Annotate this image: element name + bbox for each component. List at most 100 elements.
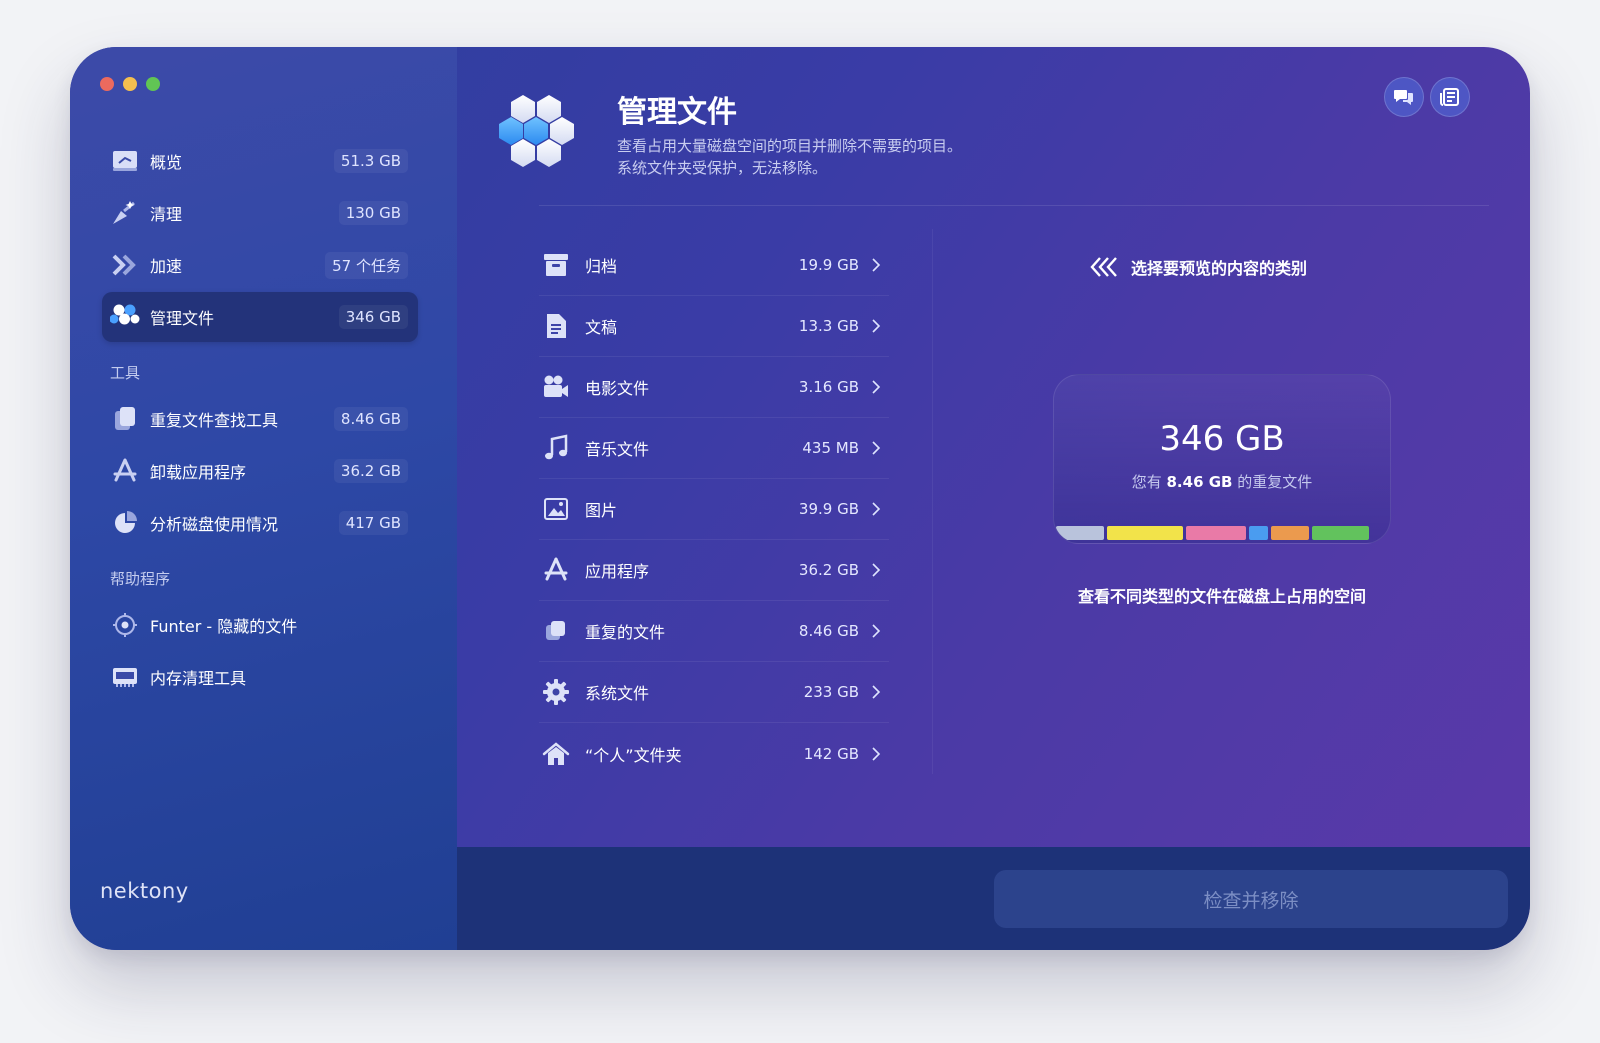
nektony-logo: nektony xyxy=(100,879,189,903)
page-description: 查看占用大量磁盘空间的项目并删除不需要的项目。 系统文件夹受保护，无法移除。 xyxy=(617,135,962,179)
dashboard-icon xyxy=(110,146,140,176)
document-icon xyxy=(541,311,571,341)
sidebar-item-value: 57 个任务 xyxy=(325,251,408,279)
category-row-home-folder[interactable]: “个人”文件夹 142 GB xyxy=(539,723,889,784)
chat-button[interactable] xyxy=(1384,77,1424,117)
app-store-icon xyxy=(541,555,571,585)
hexagons-logo-icon xyxy=(499,91,581,173)
funter-eye-icon xyxy=(110,610,140,640)
window-controls xyxy=(100,77,160,91)
app-store-icon xyxy=(110,456,140,486)
main-panel: 管理文件 查看占用大量磁盘空间的项目并删除不需要的项目。 系统文件夹受保护，无法… xyxy=(457,47,1530,950)
usage-bar-segment xyxy=(1106,526,1183,540)
sidebar-item-memory-cleaner[interactable]: 内存清理工具 xyxy=(102,652,418,702)
pie-chart-icon xyxy=(110,508,140,538)
sidebar-item-duplicate-finder[interactable]: 重复文件查找工具 8.46 GB xyxy=(102,394,418,444)
category-row-archives[interactable]: 归档 19.9 GB xyxy=(539,235,889,296)
column-divider xyxy=(932,229,933,774)
memory-chip-icon xyxy=(110,662,140,692)
sidebar-item-value: 8.46 GB xyxy=(333,407,408,431)
sidebar-item-value: 36.2 GB xyxy=(333,459,408,483)
sidebar-item-label: 概览 xyxy=(150,153,183,172)
music-note-icon xyxy=(541,433,571,463)
usage-bar-segment xyxy=(1248,526,1268,540)
sidebar-item-label: 重复文件查找工具 xyxy=(150,411,279,430)
picture-icon xyxy=(541,494,571,524)
category-label: 系统文件 xyxy=(585,684,650,703)
category-label: 电影文件 xyxy=(585,379,650,398)
category-row-movies[interactable]: 电影文件 3.16 GB xyxy=(539,357,889,418)
duplicate-files-icon xyxy=(541,616,571,646)
category-label: 音乐文件 xyxy=(585,440,650,459)
helpers-heading: 帮助程序 xyxy=(110,570,171,588)
header-divider xyxy=(539,205,1489,206)
usage-bar-segment xyxy=(1185,526,1246,540)
category-size: 8.46 GB xyxy=(798,622,859,640)
chat-icon xyxy=(1394,90,1413,105)
sidebar-item-manage-files[interactable]: 管理文件 346 GB xyxy=(102,292,418,342)
close-window-button[interactable] xyxy=(100,77,114,91)
duplicate-files-icon xyxy=(110,404,140,434)
footer-bar: 检查并移除 xyxy=(457,847,1530,950)
category-size: 3.16 GB xyxy=(798,378,859,396)
chevron-right-icon xyxy=(872,441,881,455)
sidebar-item-label: Funter - 隐藏的文件 xyxy=(150,617,298,636)
chevron-right-icon xyxy=(872,319,881,333)
review-and-remove-button[interactable]: 检查并移除 xyxy=(994,870,1508,928)
category-label: 应用程序 xyxy=(585,562,650,581)
description-line: 系统文件夹受保护，无法移除。 xyxy=(617,159,828,177)
sidebar-item-value: 346 GB xyxy=(338,305,408,329)
category-size: 435 MB xyxy=(802,439,859,457)
duplicates-prefix: 您有 xyxy=(1131,473,1162,491)
category-row-applications[interactable]: 应用程序 36.2 GB xyxy=(539,540,889,601)
category-label: 归档 xyxy=(585,257,618,276)
category-size: 142 GB xyxy=(803,744,859,763)
category-label: 文稿 xyxy=(585,318,618,337)
chevron-right-icon xyxy=(872,258,881,272)
sidebar-item-label: 加速 xyxy=(150,257,183,276)
category-row-documents[interactable]: 文稿 13.3 GB xyxy=(539,296,889,357)
chevron-right-icon xyxy=(872,746,881,761)
sidebar-item-speedup[interactable]: 加速 57 个任务 xyxy=(102,240,418,290)
sidebar-item-value: 417 GB xyxy=(338,511,408,535)
sidebar-item-funter[interactable]: Funter - 隐藏的文件 xyxy=(102,600,418,650)
sidebar-item-value: 51.3 GB xyxy=(333,149,408,173)
category-row-system-files[interactable]: 系统文件 233 GB xyxy=(539,662,889,723)
broom-icon xyxy=(110,198,140,228)
zoom-window-button[interactable] xyxy=(146,77,160,91)
home-icon xyxy=(541,739,571,769)
chevron-right-icon xyxy=(872,685,881,699)
category-label: 重复的文件 xyxy=(585,623,666,642)
sidebar-item-label: 卸载应用程序 xyxy=(150,463,247,482)
news-icon xyxy=(1440,88,1459,106)
total-size: 346 GB xyxy=(1159,419,1285,459)
archive-box-icon xyxy=(541,250,571,280)
category-size: 36.2 GB xyxy=(798,561,859,579)
category-row-music[interactable]: 音乐文件 435 MB xyxy=(539,418,889,479)
category-row-pictures[interactable]: 图片 39.9 GB xyxy=(539,479,889,540)
category-row-duplicates[interactable]: 重复的文件 8.46 GB xyxy=(539,601,889,662)
preview-caption: 查看不同类型的文件在磁盘上占用的空间 xyxy=(1077,587,1366,606)
sidebar-item-label: 分析磁盘使用情况 xyxy=(150,515,279,534)
double-chevron-left-icon xyxy=(1090,257,1117,277)
category-size: 39.9 GB xyxy=(798,500,859,518)
news-button[interactable] xyxy=(1430,77,1470,117)
sidebar-item-label: 清理 xyxy=(150,205,183,224)
sidebar-item-overview[interactable]: 概览 51.3 GB xyxy=(102,136,418,186)
chevron-right-icon xyxy=(872,380,881,394)
minimize-window-button[interactable] xyxy=(123,77,137,91)
speedup-chevrons-icon xyxy=(110,250,140,280)
sidebar-item-label: 内存清理工具 xyxy=(150,669,247,688)
sidebar-item-value: 130 GB xyxy=(338,201,408,225)
gear-icon xyxy=(541,677,571,707)
category-size: 233 GB xyxy=(803,683,859,701)
sidebar-item-uninstaller[interactable]: 卸载应用程序 36.2 GB xyxy=(102,446,418,496)
duplicates-size: 8.46 GB xyxy=(1166,473,1233,491)
category-label: “个人”文件夹 xyxy=(585,745,682,765)
sidebar-item-disk-analyzer[interactable]: 分析磁盘使用情况 417 GB xyxy=(102,498,418,548)
usage-bar-segment xyxy=(1056,526,1104,540)
sidebar-item-cleanup[interactable]: 清理 130 GB xyxy=(102,188,418,238)
sidebar-item-label: 管理文件 xyxy=(150,309,215,328)
storage-summary-card: 346 GB 您有 8.46 GB 的重复文件 xyxy=(1053,374,1391,544)
movie-camera-icon xyxy=(541,372,571,402)
